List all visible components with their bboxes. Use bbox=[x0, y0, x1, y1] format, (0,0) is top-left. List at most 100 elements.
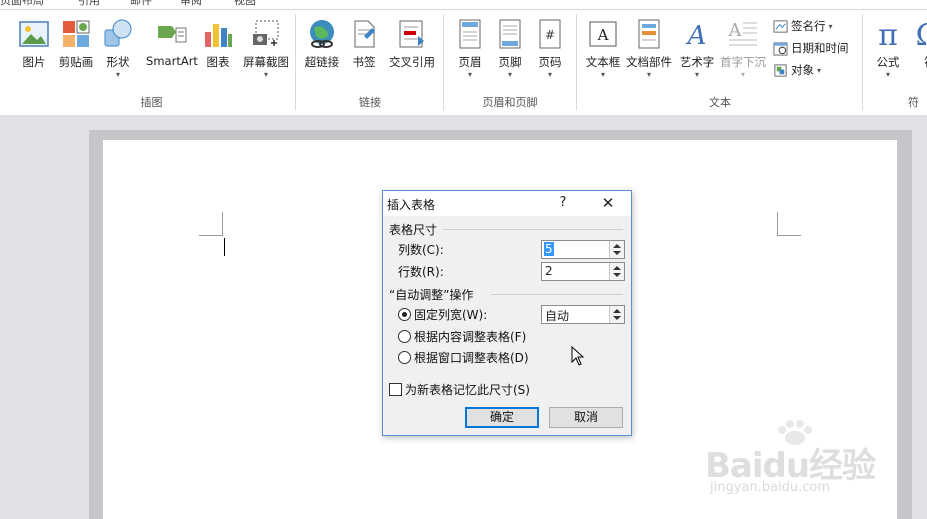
help-icon[interactable]: ? bbox=[555, 195, 571, 211]
chart-icon bbox=[205, 24, 232, 47]
textbox-icon: A bbox=[589, 21, 617, 47]
textbox-dropdown-icon: ▾ bbox=[600, 70, 605, 79]
signature-line-button[interactable]: 签名行 ▾ bbox=[773, 16, 833, 36]
autofit-content-radio[interactable] bbox=[398, 330, 411, 343]
date-time-button[interactable]: 日期和时间 bbox=[773, 38, 849, 58]
close-icon[interactable]: ✕ bbox=[599, 195, 617, 213]
hyperlink-label: 超链接 bbox=[304, 55, 340, 69]
group-separator bbox=[295, 14, 296, 110]
tab-review[interactable]: 审阅 bbox=[180, 0, 202, 8]
textbox-button[interactable]: A 文本框 ▾ bbox=[579, 14, 627, 90]
equation-button[interactable]: π 公式 ▾ bbox=[864, 14, 912, 90]
quick-parts-dropdown-icon: ▾ bbox=[646, 70, 651, 79]
shapes-button[interactable]: 形状 ▾ bbox=[94, 14, 142, 90]
remember-size-checkbox[interactable] bbox=[389, 383, 402, 396]
crop-mark-right-vertical bbox=[777, 212, 778, 236]
group-links: 超链接 书签 交叉引用 链接 bbox=[298, 10, 442, 114]
screenshot-button[interactable]: 屏幕截图 ▾ bbox=[240, 14, 292, 90]
symbol-button[interactable]: Ω 符 ▾ bbox=[906, 14, 927, 90]
equation-label: 公式 bbox=[876, 55, 900, 69]
dropcap-button[interactable]: A 首字下沉 ▾ bbox=[719, 14, 767, 90]
spin-up-icon[interactable] bbox=[613, 266, 621, 270]
wordart-button[interactable]: A 艺术字 ▾ bbox=[673, 14, 721, 90]
chart-button[interactable]: 图表 bbox=[194, 14, 242, 90]
shapes-dropdown-icon: ▾ bbox=[115, 70, 120, 79]
smartart-button[interactable]: SmartArt bbox=[144, 14, 200, 90]
rows-spin-arrows[interactable] bbox=[609, 263, 624, 280]
clipart-button[interactable]: 剪贴画 bbox=[52, 14, 100, 90]
object-button[interactable]: 对象 ▾ bbox=[773, 60, 821, 80]
footer-icon bbox=[499, 19, 521, 49]
watermark-url: jingyan.baidu.com bbox=[710, 480, 830, 495]
dropcap-icon: A bbox=[728, 20, 757, 46]
wordart-icon: A bbox=[686, 21, 707, 50]
text-cursor bbox=[224, 238, 225, 256]
group-label-symbols: 符 bbox=[908, 96, 919, 109]
svg-text:#: # bbox=[545, 28, 555, 42]
group-label-links: 链接 bbox=[359, 96, 381, 109]
dropcap-label: 首字下沉 bbox=[720, 55, 766, 69]
quick-parts-button[interactable]: 文档部件 ▾ bbox=[625, 14, 673, 90]
tab-references[interactable]: 引用 bbox=[78, 0, 100, 8]
spin-down-icon[interactable] bbox=[613, 316, 621, 320]
hyperlink-icon bbox=[310, 20, 334, 48]
fixed-width-radio[interactable] bbox=[398, 308, 411, 321]
page-number-dropdown-icon: ▾ bbox=[547, 70, 552, 79]
cross-reference-label: 交叉引用 bbox=[389, 55, 435, 69]
autofit-window-label[interactable]: 根据窗口调整表格(D) bbox=[414, 349, 529, 366]
columns-value[interactable]: 5 bbox=[544, 242, 554, 256]
wordart-label: 艺术字 bbox=[679, 55, 715, 69]
cross-reference-button[interactable]: 交叉引用 bbox=[386, 14, 438, 90]
equation-icon: π bbox=[878, 18, 898, 50]
ok-button[interactable]: 确定 bbox=[465, 407, 539, 428]
quick-parts-icon bbox=[638, 19, 660, 49]
tab-page-layout[interactable]: 页面布局 bbox=[0, 0, 44, 8]
dialog-title-bar[interactable]: 插入表格 ? ✕ bbox=[383, 191, 631, 216]
fixed-width-spin-arrows[interactable] bbox=[609, 306, 624, 323]
autofit-content-label[interactable]: 根据内容调整表格(F) bbox=[414, 328, 526, 345]
autofit-window-radio[interactable] bbox=[398, 351, 411, 364]
columns-spinner[interactable]: 5 bbox=[541, 240, 625, 259]
hyperlink-button[interactable]: 超链接 bbox=[298, 14, 346, 90]
section-divider bbox=[491, 294, 623, 295]
textbox-label: 文本框 bbox=[585, 55, 621, 69]
picture-button[interactable]: 图片 bbox=[10, 14, 58, 90]
page-number-button[interactable]: # 页码 ▾ bbox=[526, 14, 574, 90]
spin-down-icon[interactable] bbox=[613, 273, 621, 277]
mouse-pointer-icon bbox=[571, 346, 585, 366]
spin-up-icon[interactable] bbox=[613, 244, 621, 248]
picture-label: 图片 bbox=[22, 55, 46, 69]
fixed-width-spinner[interactable]: 自动 bbox=[541, 305, 625, 324]
spin-down-icon[interactable] bbox=[613, 251, 621, 255]
columns-label: 列数(C): bbox=[398, 243, 444, 257]
shapes-icon bbox=[104, 19, 132, 47]
columns-spin-arrows[interactable] bbox=[609, 241, 624, 258]
bookmark-button[interactable]: 书签 bbox=[340, 14, 388, 90]
fixed-width-value[interactable]: 自动 bbox=[545, 307, 569, 324]
group-header-footer: 页眉 ▾ 页脚 ▾ # 页码 ▾ 页眉和页脚 bbox=[446, 10, 574, 114]
symbol-label: 符 bbox=[906, 54, 927, 70]
cancel-button[interactable]: 取消 bbox=[549, 407, 623, 428]
dropcap-dropdown-icon: ▾ bbox=[740, 70, 745, 79]
group-separator bbox=[862, 14, 863, 110]
shapes-label: 形状 bbox=[106, 55, 130, 69]
spin-up-icon[interactable] bbox=[613, 309, 621, 313]
rows-spinner[interactable]: 2 bbox=[541, 262, 625, 281]
rows-label: 行数(R): bbox=[398, 265, 444, 279]
remember-size-label[interactable]: 为新表格记忆此尺寸(S) bbox=[405, 381, 530, 398]
cross-reference-icon bbox=[399, 20, 424, 48]
tab-view[interactable]: 视图 bbox=[234, 0, 256, 8]
group-label-header-footer: 页眉和页脚 bbox=[482, 96, 538, 109]
svg-text:A: A bbox=[728, 20, 743, 41]
svg-text:Ω: Ω bbox=[916, 18, 927, 50]
rows-value[interactable]: 2 bbox=[545, 264, 553, 278]
group-illustrations: 图片 剪贴画 形状 ▾ SmartArt 图表 屏幕截图 ▾ 插图 bbox=[8, 10, 295, 114]
clipart-label: 剪贴画 bbox=[58, 55, 94, 69]
fixed-width-label[interactable]: 固定列宽(W): bbox=[414, 306, 487, 323]
tab-mailings[interactable]: 邮件 bbox=[130, 0, 152, 8]
svg-text:A: A bbox=[686, 21, 707, 50]
ribbon-tab-strip: 页面布局 引用 邮件 审阅 视图 bbox=[0, 0, 927, 9]
group-separator bbox=[443, 14, 444, 110]
object-dropdown-icon: ▾ bbox=[817, 65, 822, 75]
signature-line-label: 签名行 bbox=[791, 19, 826, 33]
